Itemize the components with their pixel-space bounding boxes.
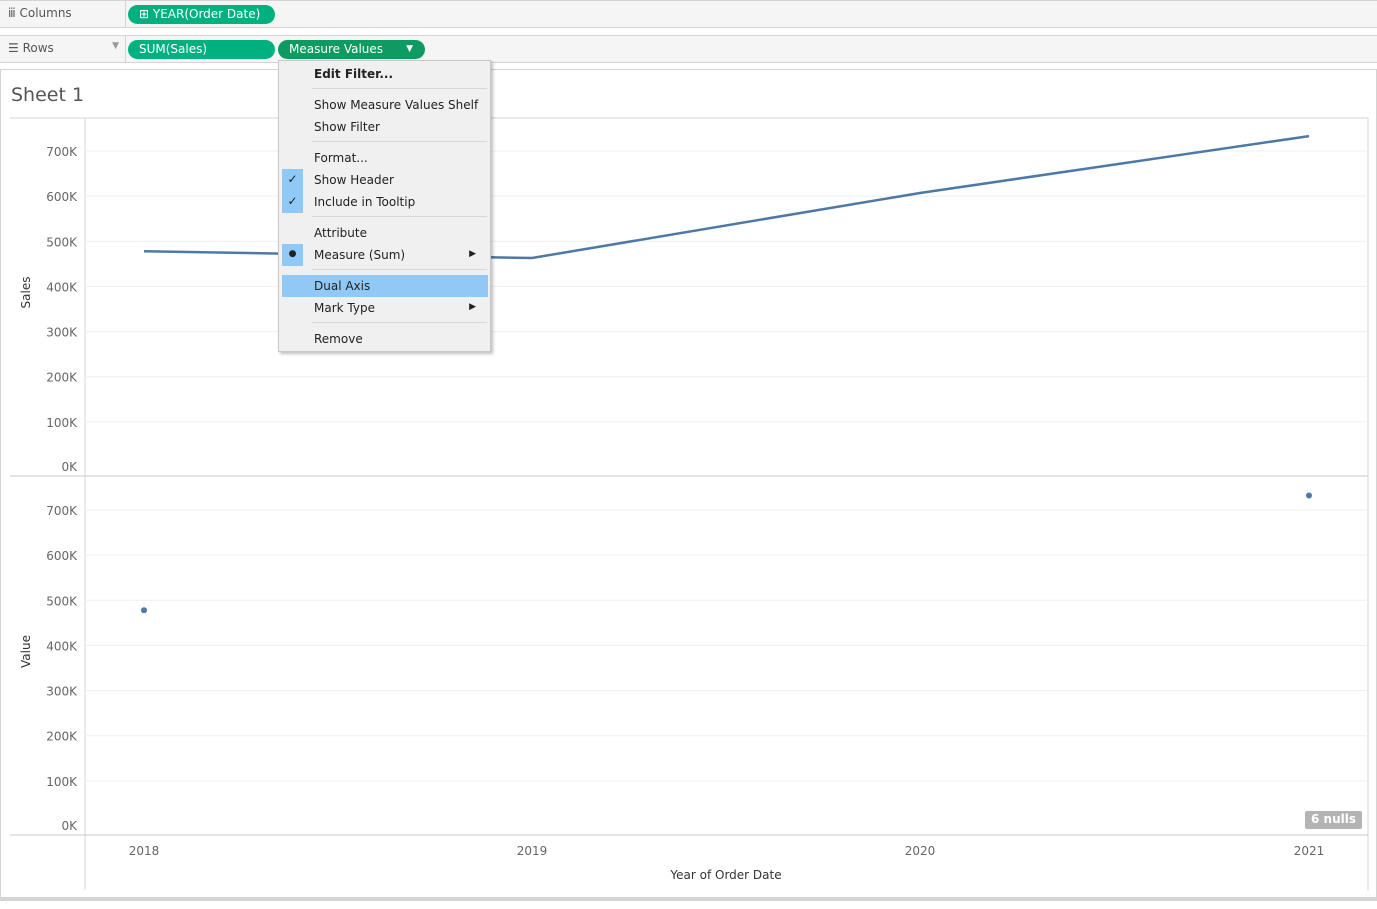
x-tick-label: 2020 <box>905 844 936 858</box>
menu-show-filter[interactable]: Show Filter <box>282 116 488 138</box>
menu-show-header[interactable]: Show Header <box>282 169 488 191</box>
menu-edit-filter[interactable]: Edit Filter... <box>282 63 488 85</box>
y-tick-label: 300K <box>46 326 78 340</box>
submenu-arrow-icon: ▶ <box>469 302 476 312</box>
y-tick-label: 0K <box>61 819 78 833</box>
menu-format[interactable]: Format... <box>282 147 488 169</box>
menu-measure-sum[interactable]: Measure (Sum) ▶ <box>282 244 488 266</box>
menu-mark-type[interactable]: Mark Type ▶ <box>282 297 488 319</box>
y-tick-label: 100K <box>46 775 78 789</box>
x-axis-title: Year of Order Date <box>669 868 781 882</box>
value-point <box>1306 492 1312 499</box>
x-tick-label: 2021 <box>1294 844 1325 858</box>
y-tick-label: 500K <box>46 594 78 608</box>
y-axis-title: Value <box>19 635 33 668</box>
context-menu: Edit Filter... Show Measure Values Shelf… <box>278 60 491 352</box>
y-tick-label: 200K <box>46 730 78 744</box>
y-axis-title: Sales <box>19 277 33 309</box>
y-tick-label: 600K <box>46 190 78 204</box>
y-tick-label: 700K <box>46 504 78 518</box>
chart[interactable]: 0K 100K 200K 300K 400K 500K 600K 700K Sales 0K 100… <box>0 0 1377 909</box>
y-tick-label: 600K <box>46 549 78 563</box>
y-tick-label: 300K <box>46 685 78 699</box>
y-tick-label: 500K <box>46 235 78 249</box>
menu-attribute[interactable]: Attribute <box>282 222 488 244</box>
menu-include-in-tooltip[interactable]: Include in Tooltip <box>282 191 488 213</box>
x-tick-label: 2018 <box>129 844 160 858</box>
menu-dual-axis[interactable]: Dual Axis <box>282 275 488 297</box>
y-tick-label: 700K <box>46 145 78 159</box>
y-tick-label: 400K <box>46 639 78 653</box>
x-tick-label: 2019 <box>517 844 548 858</box>
menu-remove[interactable]: Remove <box>282 328 488 350</box>
nulls-indicator[interactable]: 6 nulls <box>1305 811 1362 829</box>
menu-show-measure-values-shelf[interactable]: Show Measure Values Shelf <box>282 94 488 116</box>
submenu-arrow-icon: ▶ <box>469 249 476 259</box>
y-tick-label: 200K <box>46 371 78 385</box>
value-point <box>141 607 147 614</box>
y-tick-label: 400K <box>46 280 78 294</box>
y-tick-label: 0K <box>61 460 78 474</box>
y-tick-label: 100K <box>46 416 78 430</box>
